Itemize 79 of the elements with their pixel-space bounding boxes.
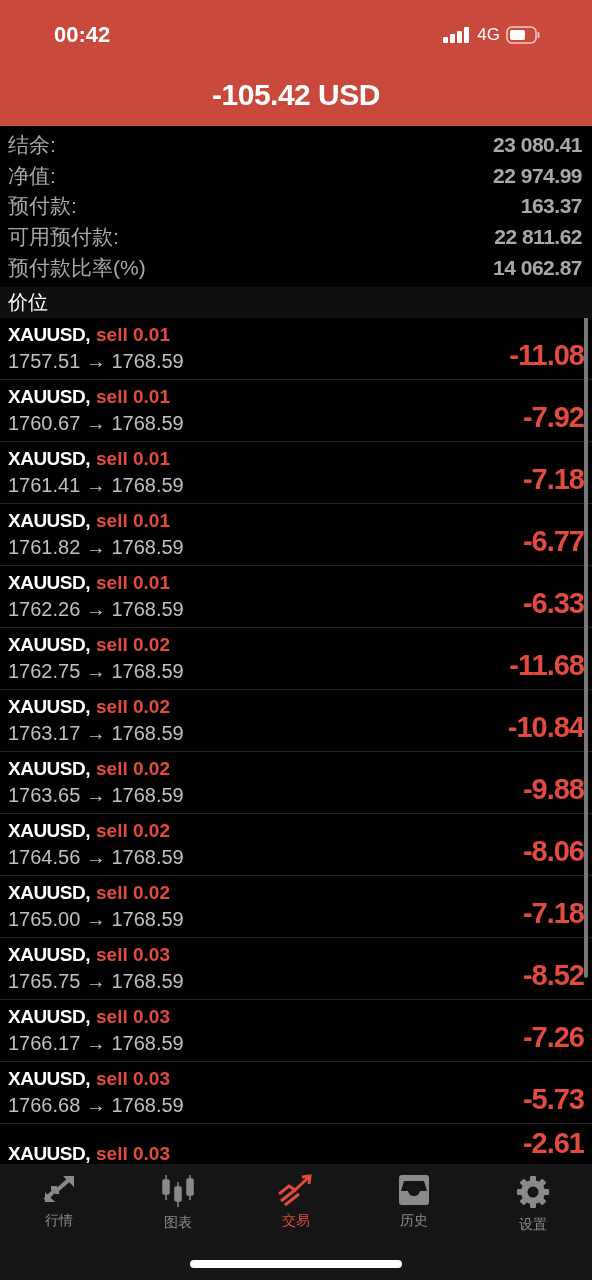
section-header: 价位 — [0, 286, 592, 318]
trend-lines-icon — [276, 1174, 315, 1206]
battery-icon — [506, 26, 540, 44]
price-range: 1765.75 → 1768.59 — [8, 969, 184, 993]
tab-item[interactable]: 图表 — [132, 1174, 223, 1234]
symbol-label: XAUUSD, — [8, 323, 90, 346]
order-label: sell 0.01 — [96, 509, 170, 532]
price-range: 1763.65 → 1768.59 — [8, 783, 184, 807]
symbol-label: XAUUSD, — [8, 571, 90, 594]
network-label: 4G — [477, 25, 500, 45]
order-label: sell 0.01 — [96, 385, 170, 408]
summary-label: 可用预付款: — [8, 224, 119, 251]
price-range: 1761.82 → 1768.59 — [8, 535, 184, 559]
summary-value: 22 974.99 — [493, 163, 582, 188]
profit-value: -11.68 — [509, 648, 584, 682]
order-label: sell 0.02 — [96, 819, 170, 842]
symbol-label: XAUUSD, — [8, 881, 90, 904]
symbol-label: XAUUSD, — [8, 695, 90, 718]
order-label: sell 0.03 — [96, 1067, 170, 1090]
price-range: 1762.26 → 1768.59 — [8, 597, 184, 621]
price-range: 1766.68 → 1768.59 — [8, 1093, 184, 1117]
symbol-label: XAUUSD, — [8, 1143, 90, 1164]
profit-value: -7.18 — [522, 896, 584, 930]
summary-value: 22 811.62 — [494, 225, 582, 250]
profit-value: -10.84 — [507, 710, 584, 744]
symbol-label: XAUUSD, — [8, 757, 90, 780]
settings-icon — [514, 1174, 551, 1210]
price-range: 1760.67 → 1768.59 — [8, 411, 184, 435]
profit-value: -5.73 — [522, 1082, 584, 1116]
symbol-label: XAUUSD, — [8, 819, 90, 842]
price-range: 1762.75 → 1768.59 — [8, 659, 184, 683]
summary-value: 163.37 — [520, 194, 582, 219]
profit-value: -8.52 — [522, 958, 584, 992]
symbol-label: XAUUSD, — [8, 633, 90, 656]
summary-value: 14 062.87 — [493, 255, 582, 280]
profit-value: -8.06 — [522, 834, 584, 868]
order-label: sell 0.01 — [96, 323, 170, 346]
summary-label: 净值: — [8, 162, 56, 189]
price-range: 1765.00 → 1768.59 — [8, 907, 184, 931]
symbol-label: XAUUSD, — [8, 1005, 90, 1028]
order-label: sell 0.02 — [96, 881, 170, 904]
symbol-label: XAUUSD, — [8, 509, 90, 532]
tab-item[interactable]: 行情 — [14, 1174, 105, 1234]
profit-value: -6.77 — [522, 524, 584, 558]
order-label: sell 0.03 — [96, 943, 170, 966]
symbol-label: XAUUSD, — [8, 447, 90, 470]
profit-value: -7.26 — [522, 1020, 584, 1054]
candlestick-icon — [159, 1174, 196, 1208]
symbol-label: XAUUSD, — [8, 943, 90, 966]
order-label: sell 0.02 — [96, 633, 170, 656]
summary-label: 预付款比率(%) — [8, 254, 146, 281]
price-range: 1763.17 → 1768.59 — [8, 721, 184, 745]
profit-value: -9.88 — [522, 772, 584, 806]
order-label: sell 0.03 — [96, 1005, 170, 1028]
profit-value: -7.18 — [522, 462, 584, 496]
price-range: 1766.17 → 1768.59 — [8, 1031, 184, 1055]
profit-value: -11.08 — [509, 338, 584, 372]
summary-label: 预付款: — [8, 193, 77, 220]
status-time: 00:42 — [54, 22, 111, 48]
order-label: sell 0.01 — [96, 447, 170, 470]
profit-value: -2.61 — [522, 1126, 584, 1160]
summary-value: 23 080.41 — [493, 133, 582, 158]
price-range: 1757.51 → 1768.59 — [8, 349, 184, 373]
symbol-label: XAUUSD, — [8, 385, 90, 408]
order-label: sell 0.03 — [96, 1143, 170, 1164]
tab-item[interactable]: 设置 — [487, 1174, 578, 1234]
symbol-label: XAUUSD, — [8, 1067, 90, 1090]
order-label: sell 0.02 — [96, 695, 170, 718]
price-range: 1761.41 → 1768.59 — [8, 473, 184, 497]
profit-value: -6.33 — [522, 586, 584, 620]
summary-label: 结余: — [8, 132, 56, 159]
order-label: sell 0.01 — [96, 571, 170, 594]
profit-value: -7.92 — [522, 400, 584, 434]
balance-title: -105.42 USD — [211, 78, 381, 112]
price-range: 1764.56 → 1768.59 — [8, 845, 184, 869]
tab-item[interactable]: 历史 — [369, 1174, 460, 1234]
tab-item[interactable]: 交易 — [250, 1174, 341, 1234]
order-label: sell 0.02 — [96, 757, 170, 780]
signal-icon — [443, 27, 472, 43]
